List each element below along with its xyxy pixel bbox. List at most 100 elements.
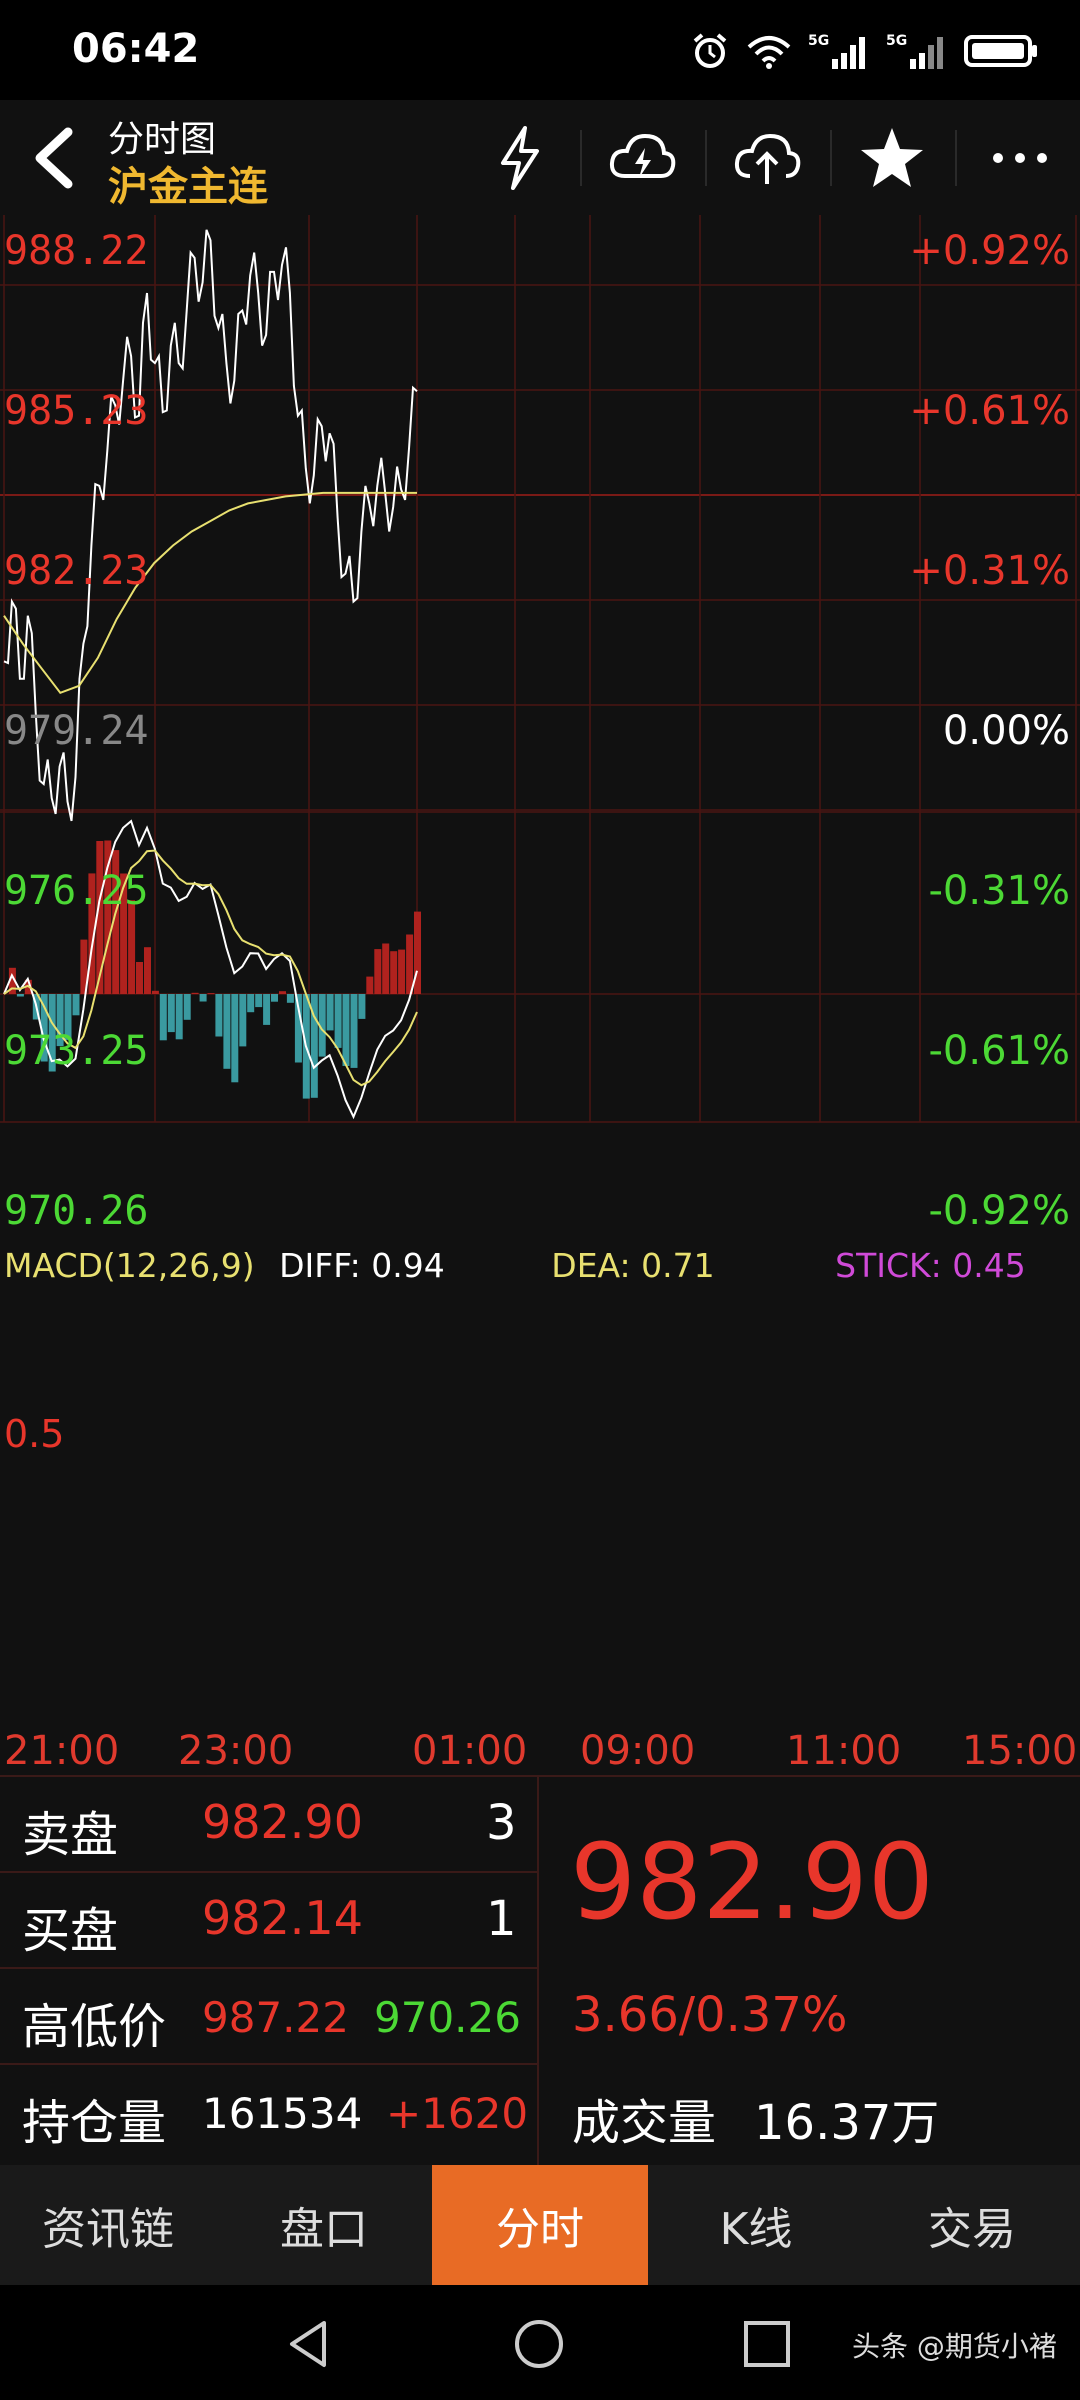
macd-stick-bar bbox=[223, 994, 231, 1069]
percent-tick: +0.61% bbox=[909, 388, 1070, 434]
tab-order-book[interactable]: 盘口 bbox=[216, 2165, 432, 2285]
macd-stick-bar bbox=[358, 994, 366, 1019]
macd-stick-bar bbox=[175, 994, 183, 1040]
macd-header[interactable]: MACD(12,26,9) DIFF: 0.94 DEA: 0.71 STICK… bbox=[4, 1246, 1026, 1285]
status-time: 06:42 bbox=[72, 26, 200, 72]
svg-text:5G: 5G bbox=[886, 33, 907, 49]
macd-name: MACD(12,26,9) bbox=[4, 1246, 255, 1285]
time-tick: 09:00 bbox=[580, 1728, 696, 1774]
divider bbox=[0, 1775, 1080, 1777]
chart-grid bbox=[0, 215, 1080, 1123]
macd-stick-bar bbox=[191, 992, 199, 994]
macd-diff: DIFF: 0.94 bbox=[279, 1246, 445, 1285]
tab-news-chain[interactable]: 资讯链 bbox=[0, 2165, 216, 2285]
signal-5g-icon: 5G bbox=[808, 33, 865, 69]
wifi-icon bbox=[747, 36, 791, 69]
macd-stick-bar bbox=[286, 994, 294, 1003]
back-arrow-icon bbox=[35, 127, 73, 189]
header-bar: 分时图 沪金主连 bbox=[0, 100, 1080, 215]
open-interest: 161534 bbox=[202, 2089, 363, 2138]
macd-stick-bar bbox=[72, 994, 80, 1016]
open-interest-change: +1620 bbox=[386, 2089, 529, 2138]
macd-stick-bar bbox=[136, 962, 143, 994]
macd-stick-bar bbox=[16, 994, 24, 997]
time-tick: 01:00 bbox=[412, 1728, 528, 1774]
percent-tick: +0.92% bbox=[909, 228, 1070, 274]
high-low-label: 高低价 bbox=[22, 1999, 167, 2055]
price-tick: 985.23 bbox=[4, 388, 149, 434]
percent-tick: -0.31% bbox=[928, 868, 1070, 914]
tab-timeshare[interactable]: 分时 bbox=[432, 2165, 648, 2285]
flash-button[interactable] bbox=[480, 118, 560, 198]
macd-stick-bar bbox=[167, 994, 175, 1033]
divider bbox=[0, 1967, 537, 1969]
buy-volume: 1 bbox=[486, 1891, 517, 1947]
macd-stick-bar bbox=[231, 994, 239, 1083]
cloud-flash-button[interactable] bbox=[602, 118, 682, 198]
macd-level-label: 0.5 bbox=[4, 1412, 65, 1456]
macd-stick-bar bbox=[334, 994, 342, 1048]
macd-stick: STICK: 0.45 bbox=[835, 1246, 1026, 1285]
battery-icon bbox=[964, 35, 1037, 67]
divider bbox=[955, 130, 957, 186]
more-icon bbox=[993, 153, 1047, 163]
nav-home-icon[interactable] bbox=[512, 2317, 566, 2371]
macd-stick-bar bbox=[255, 994, 263, 1008]
macd-stick-bar bbox=[398, 949, 406, 994]
more-button[interactable] bbox=[980, 118, 1060, 198]
buy-label: 买盘 bbox=[22, 1903, 119, 1959]
percent-tick: 0.00% bbox=[942, 708, 1070, 754]
macd-stick-bar bbox=[207, 993, 215, 994]
low-price: 970.26 bbox=[374, 1993, 521, 2042]
macd-stick-bar bbox=[151, 990, 159, 994]
macd-stick-bar bbox=[350, 994, 358, 1068]
bottom-tabs: 资讯链 盘口 分时 K线 交易 bbox=[0, 2165, 1080, 2285]
high-price: 987.22 bbox=[202, 1993, 349, 2042]
volume-value: 16.37万 bbox=[754, 2095, 940, 2151]
macd-stick-bar bbox=[271, 994, 278, 1002]
price-tick: 976.25 bbox=[4, 868, 149, 914]
tab-trade[interactable]: 交易 bbox=[864, 2165, 1080, 2285]
svg-text:5G: 5G bbox=[808, 33, 829, 49]
tab-kline[interactable]: K线 bbox=[648, 2165, 864, 2285]
nav-recents-icon[interactable] bbox=[742, 2319, 792, 2369]
star-icon bbox=[861, 128, 923, 187]
signal-5g-icon-2: 5G bbox=[886, 33, 943, 69]
divider bbox=[0, 2063, 537, 2065]
divider bbox=[830, 130, 832, 186]
system-nav-bar: 头条 @期货小褚 bbox=[0, 2285, 1080, 2400]
last-price: 982.90 bbox=[570, 1821, 934, 1943]
macd-stick-bar bbox=[342, 994, 350, 1066]
time-tick: 11:00 bbox=[786, 1728, 902, 1774]
favorite-button[interactable] bbox=[852, 118, 932, 198]
instrument-name[interactable]: 沪金主连 bbox=[108, 154, 268, 212]
price-tick: 982.23 bbox=[4, 548, 149, 594]
lightning-icon bbox=[501, 126, 539, 190]
macd-stick-bar bbox=[183, 994, 191, 1020]
divider bbox=[580, 130, 582, 186]
macd-stick-bar bbox=[263, 994, 271, 1025]
divider bbox=[537, 1775, 539, 2165]
divider bbox=[705, 130, 707, 186]
sell-price[interactable]: 982.90 bbox=[202, 1795, 363, 1849]
macd-stick-bar bbox=[128, 900, 136, 994]
price-change: 3.66/0.37% bbox=[572, 1987, 848, 2043]
alarm-icon bbox=[693, 33, 727, 68]
cloud-upload-icon bbox=[734, 133, 801, 184]
macd-stick-bar bbox=[366, 976, 374, 994]
sell-label: 卖盘 bbox=[22, 1807, 119, 1863]
macd-stick-bar bbox=[390, 951, 398, 994]
macd-stick-bar bbox=[199, 994, 207, 1002]
macd-stick-bar bbox=[215, 994, 223, 1037]
back-button[interactable] bbox=[24, 118, 94, 198]
cloud-upload-button[interactable] bbox=[727, 118, 807, 198]
quote-panel: 卖盘 982.90 3 买盘 982.14 1 高低价 987.22 970.2… bbox=[0, 1775, 1080, 2165]
time-tick: 21:00 bbox=[4, 1728, 120, 1774]
buy-price[interactable]: 982.14 bbox=[202, 1891, 363, 1945]
macd-stick-bar bbox=[247, 994, 255, 1013]
price-tick: 973.25 bbox=[4, 1028, 149, 1074]
time-tick: 23:00 bbox=[178, 1728, 294, 1774]
macd-stick-bar bbox=[326, 994, 334, 1031]
macd-stick-bar bbox=[406, 934, 414, 994]
nav-back-icon[interactable] bbox=[282, 2317, 336, 2371]
